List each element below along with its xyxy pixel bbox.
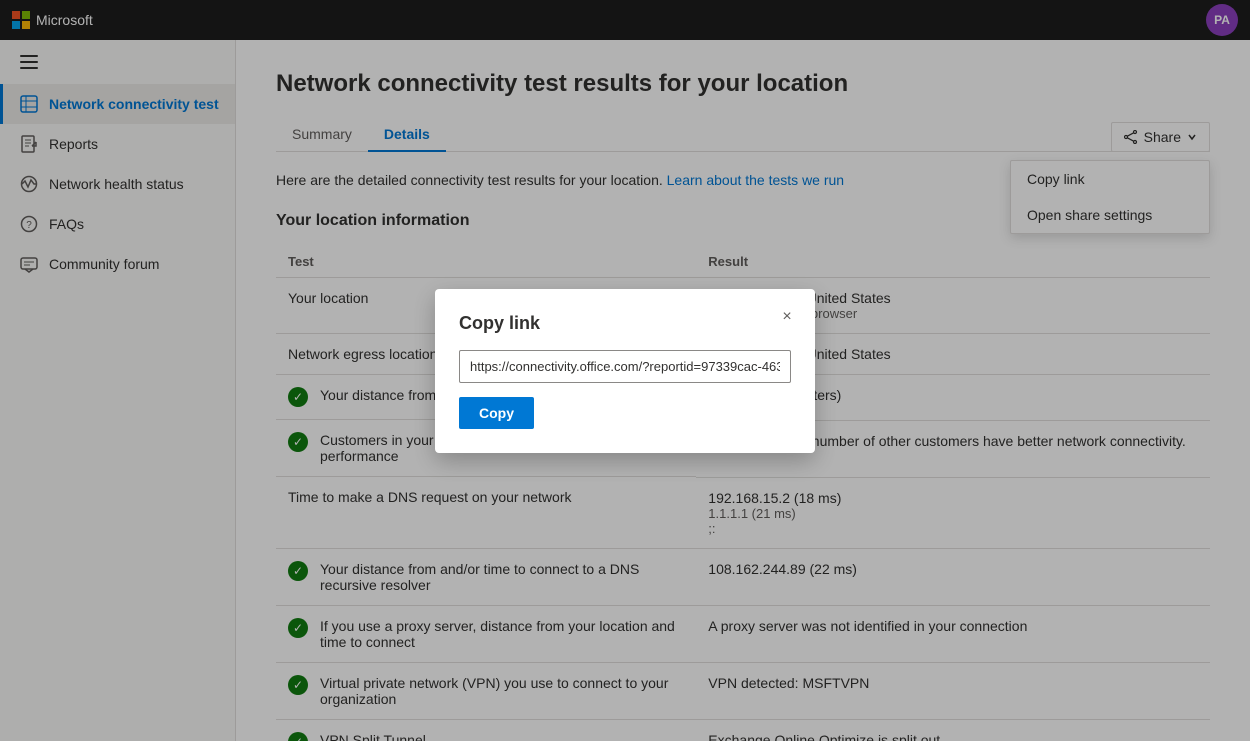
modal-close-button[interactable]: × <box>775 305 799 329</box>
copy-link-input[interactable] <box>459 350 791 383</box>
copy-link-modal: Copy link × Copy <box>435 289 815 453</box>
copy-button[interactable]: Copy <box>459 397 534 429</box>
modal-overlay[interactable]: Copy link × Copy <box>0 0 1250 741</box>
modal-title: Copy link <box>459 313 791 334</box>
